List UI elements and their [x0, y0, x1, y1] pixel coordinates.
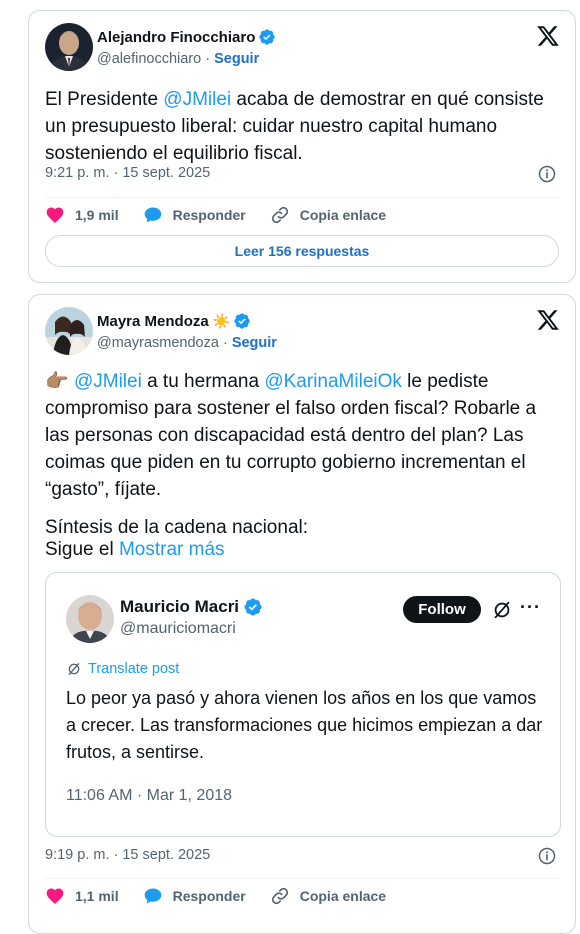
pointing-emoji: 👉🏽: [45, 371, 69, 392]
translate-icon: [68, 663, 80, 675]
copy-link-button[interactable]: Copia enlace: [270, 886, 386, 906]
verified-badge-icon: [234, 313, 250, 329]
separator-dot: ·: [222, 335, 228, 351]
grok-icon[interactable]: [491, 599, 513, 621]
tweet-text-part: Síntesis de la cadena nacional:: [45, 517, 309, 538]
tweet-text: 👉🏽 @JMilei a tu hermana @KarinaMileiOk l…: [45, 368, 565, 503]
quoted-tweet-text: Lo peor ya pasó y ahora vienen los años …: [66, 688, 543, 762]
translate-post-link[interactable]: Translate post: [66, 661, 179, 677]
quoted-tweet[interactable]: Mauricio Macri @mauriciomacri Follow ···…: [45, 572, 561, 837]
author-handle[interactable]: @alefinocchiaro: [97, 51, 201, 67]
tweet-text-paragraph-3: Sigue el Mostrar más: [45, 536, 565, 563]
like-button[interactable]: 1,1 mil: [45, 886, 119, 906]
quoted-follow-button[interactable]: Follow: [403, 596, 481, 623]
reply-label: Responder: [172, 207, 246, 223]
x-logo-icon[interactable]: [536, 308, 560, 332]
mention-karinamileiok[interactable]: @KarinaMileiOk: [264, 371, 402, 392]
translate-post-label[interactable]: Translate post: [88, 661, 179, 677]
more-icon[interactable]: ···: [520, 597, 541, 618]
sun-emoji: ☀️: [212, 312, 231, 329]
tweet-text-part: El Presidente: [45, 89, 164, 110]
tweet-card-2[interactable]: Mayra Mendoza ☀️ @mayrasmendoza · Seguir…: [28, 294, 576, 934]
reply-bubble-icon: [144, 207, 161, 223]
show-more-link[interactable]: Mostrar más: [119, 539, 225, 560]
link-icon: [271, 206, 288, 224]
reply-label: Responder: [172, 888, 246, 904]
mention-jmilei[interactable]: @JMilei: [163, 89, 231, 110]
author-name-text[interactable]: Alejandro Finocchiaro: [97, 29, 255, 46]
action-bar: 1,9 mil Responder Copia enlace: [45, 204, 410, 226]
quoted-timestamp[interactable]: 11:06 AM · Mar 1, 2018: [66, 787, 232, 805]
copy-link-button[interactable]: Copia enlace: [270, 205, 386, 225]
action-bar: 1,1 mil Responder Copia enlace: [45, 885, 410, 907]
link-icon: [271, 887, 288, 905]
author-name[interactable]: Alejandro Finocchiaro: [97, 28, 276, 46]
tweet-text-part: a tu hermana: [141, 371, 265, 392]
avatar-macri[interactable]: [66, 595, 114, 643]
read-replies-button[interactable]: Leer 156 respuestas: [45, 235, 559, 267]
like-button[interactable]: 1,9 mil: [45, 205, 119, 225]
x-logo-icon[interactable]: [536, 24, 560, 48]
follow-link[interactable]: Seguir: [232, 335, 277, 351]
verified-badge-icon: [244, 598, 262, 616]
reply-button[interactable]: Responder: [143, 205, 246, 225]
quoted-author-handle[interactable]: @mauriciomacri: [120, 620, 236, 638]
tweet-text: El Presidente @JMilei acaba de demostrar…: [45, 86, 565, 167]
reply-button[interactable]: Responder: [143, 886, 246, 906]
handle-row: @mayrasmendoza · Seguir: [97, 335, 277, 351]
avatar-mayra[interactable]: [45, 307, 93, 355]
quoted-author-name[interactable]: Mauricio Macri: [120, 597, 263, 617]
author-name-text[interactable]: Mayra Mendoza: [97, 313, 209, 330]
avatar-alejandro[interactable]: [45, 23, 93, 71]
heart-icon: [46, 888, 64, 904]
timestamp[interactable]: 9:19 p. m. · 15 sept. 2025: [45, 847, 210, 863]
copy-link-label: Copia enlace: [299, 888, 387, 904]
like-count: 1,1 mil: [75, 888, 119, 904]
mention-jmilei[interactable]: @JMilei: [74, 371, 142, 392]
like-count: 1,9 mil: [75, 207, 119, 223]
author-handle[interactable]: @mayrasmendoza: [97, 335, 219, 351]
info-icon[interactable]: [537, 846, 557, 866]
reply-bubble-icon: [144, 888, 161, 904]
verified-badge-icon: [259, 29, 276, 45]
divider: [45, 197, 559, 198]
author-name[interactable]: Mayra Mendoza ☀️: [97, 312, 251, 330]
handle-row: @alefinocchiaro · Seguir: [97, 51, 259, 67]
quoted-author-name-text[interactable]: Mauricio Macri: [120, 597, 239, 617]
info-icon[interactable]: [537, 164, 557, 184]
tweet-card-1[interactable]: Alejandro Finocchiaro @alefinocchiaro · …: [28, 10, 576, 283]
separator-dot: ·: [205, 51, 211, 67]
tweet-text-part: Sigue el: [45, 539, 119, 560]
follow-link[interactable]: Seguir: [214, 51, 259, 67]
heart-icon: [46, 207, 64, 223]
timestamp[interactable]: 9:21 p. m. · 15 sept. 2025: [45, 165, 210, 181]
divider: [45, 878, 559, 879]
copy-link-label: Copia enlace: [299, 207, 387, 223]
